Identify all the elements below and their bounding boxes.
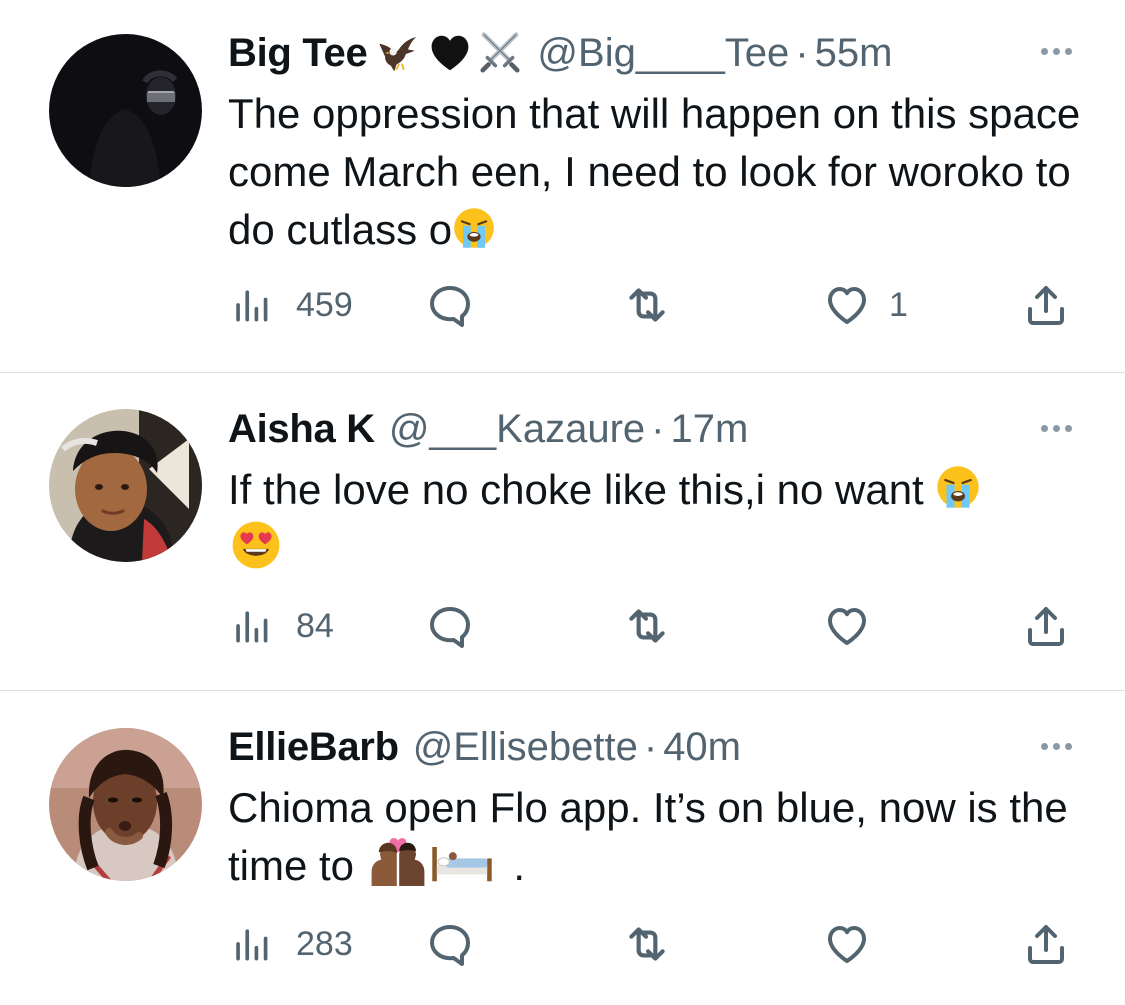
views-count: 459	[296, 285, 353, 324]
more-dots-icon[interactable]	[1041, 743, 1072, 750]
like-button[interactable]: 1	[823, 280, 908, 330]
bar-chart-icon	[230, 922, 274, 966]
display-name[interactable]: Big Tee	[228, 31, 368, 76]
bar-chart-icon	[230, 283, 274, 327]
tweet-3[interactable]: EllieBarb @Ellisebette · 40m Chioma open…	[0, 691, 1125, 1005]
display-name[interactable]: Aisha K	[228, 407, 375, 452]
tweet-text: Chioma open Flo app. It’s on blue, now i…	[228, 779, 1085, 895]
heart-icon	[823, 602, 871, 650]
timestamp[interactable]: 17m	[670, 407, 748, 452]
separator-dot: ·	[643, 724, 658, 769]
more-dots-icon[interactable]	[1041, 48, 1072, 55]
likes-count: 1	[889, 285, 908, 324]
avatar[interactable]	[49, 34, 202, 187]
user-handle[interactable]: @Big____Tee	[537, 31, 789, 76]
speech-bubble-icon	[426, 920, 474, 968]
eagle-emoji	[377, 30, 423, 76]
speech-bubble-icon	[426, 281, 474, 329]
kiss-emoji	[366, 838, 430, 886]
smiling-face-with-heart-eyes-emoji	[230, 519, 282, 571]
share-upload-icon	[1022, 920, 1070, 968]
share-button[interactable]	[1022, 601, 1070, 651]
user-handle[interactable]: @Ellisebette	[413, 725, 638, 770]
name-badges	[377, 30, 523, 76]
share-button[interactable]	[1022, 919, 1070, 969]
tweet-2[interactable]: Aisha K @___Kazaure · 17m If the love no…	[0, 373, 1125, 690]
tweet-body: Chioma open Flo app. It’s on blue, now i…	[228, 784, 1068, 889]
views-button[interactable]: 283	[230, 919, 353, 969]
retweet-button[interactable]	[622, 919, 672, 969]
tweet-body: The oppression that will happen on this …	[228, 90, 1081, 253]
tweet-body-end: .	[513, 842, 526, 889]
avatar-image	[49, 409, 202, 562]
tweet-body: If the love no choke like this,i no want	[228, 466, 936, 513]
views-button[interactable]: 459	[230, 280, 353, 330]
views-count: 283	[296, 924, 353, 963]
heart-icon	[823, 281, 871, 329]
display-name[interactable]: EllieBarb	[228, 725, 399, 770]
tweet-text: The oppression that will happen on this …	[228, 85, 1085, 259]
tweet-header: Big Tee @Big____Tee · 55m	[228, 29, 892, 77]
share-button[interactable]	[1022, 280, 1070, 330]
reply-button[interactable]	[426, 280, 474, 330]
heart-icon	[823, 920, 871, 968]
retweet-icon	[622, 919, 672, 969]
reply-button[interactable]	[426, 601, 474, 651]
retweet-icon	[622, 601, 672, 651]
speech-bubble-icon	[426, 602, 474, 650]
tweet-1[interactable]: Big Tee @Big____Tee · 55m The oppression…	[0, 0, 1125, 372]
loudly-crying-face-emoji	[935, 464, 981, 510]
reply-button[interactable]	[426, 919, 474, 969]
loudly-crying-face-emoji	[452, 206, 496, 250]
views-button[interactable]: 84	[230, 601, 334, 651]
timestamp[interactable]: 40m	[663, 725, 741, 770]
retweet-icon	[622, 280, 672, 330]
like-button[interactable]	[823, 919, 871, 969]
black-heart-emoji	[427, 30, 473, 76]
like-button[interactable]	[823, 601, 871, 651]
bed-emoji	[430, 840, 494, 886]
tweet-actions: 283	[230, 919, 1070, 969]
retweet-button[interactable]	[622, 280, 672, 330]
user-handle[interactable]: @___Kazaure	[389, 407, 645, 452]
tweet-text: If the love no choke like this,i no want	[228, 461, 1085, 580]
bar-chart-icon	[230, 604, 274, 648]
avatar-image	[49, 34, 202, 187]
share-upload-icon	[1022, 281, 1070, 329]
crossed-swords-emoji	[477, 30, 523, 76]
tweet-actions: 84	[230, 601, 1070, 651]
separator-dot: ·	[795, 30, 809, 75]
more-dots-icon[interactable]	[1041, 425, 1072, 432]
tweet-header: Aisha K @___Kazaure · 17m	[228, 405, 748, 453]
separator-dot: ·	[651, 406, 665, 451]
avatar[interactable]	[49, 409, 202, 562]
tweet-header: EllieBarb @Ellisebette · 40m	[228, 723, 741, 771]
retweet-button[interactable]	[622, 601, 672, 651]
avatar[interactable]	[49, 728, 202, 881]
tweet-actions: 459 1	[230, 280, 1070, 330]
timestamp[interactable]: 55m	[815, 31, 893, 76]
share-upload-icon	[1022, 602, 1070, 650]
avatar-image	[49, 728, 202, 881]
views-count: 84	[296, 606, 334, 645]
